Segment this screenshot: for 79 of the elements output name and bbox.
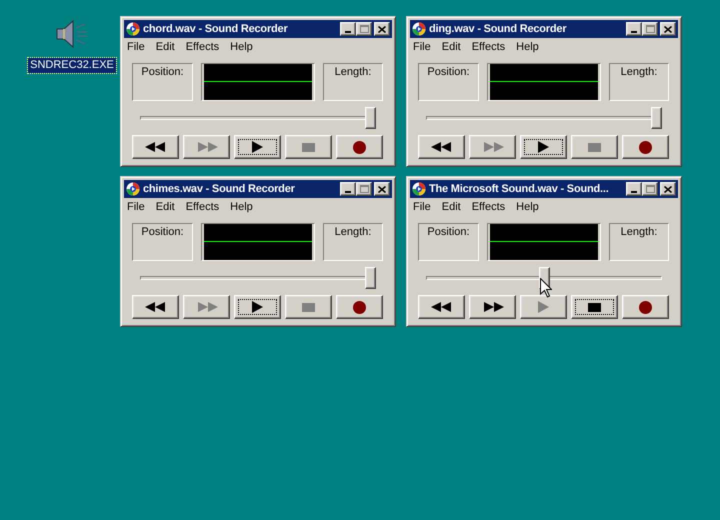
slider-thumb[interactable]: [365, 267, 376, 289]
rewind-button[interactable]: [132, 135, 179, 159]
length-label: Length:: [620, 227, 658, 238]
close-icon: [664, 186, 672, 192]
close-button[interactable]: [374, 182, 390, 196]
length-label: Length:: [620, 67, 658, 78]
rewind-button[interactable]: [418, 135, 465, 159]
close-icon: [378, 26, 386, 32]
record-button[interactable]: [622, 295, 669, 319]
slider-thumb[interactable]: [365, 107, 376, 129]
position-slider[interactable]: [140, 107, 376, 129]
window-title: ding.wav - Sound Recorder: [429, 24, 568, 34]
record-button[interactable]: [336, 135, 383, 159]
record-button[interactable]: [622, 135, 669, 159]
position-label: Position:: [141, 227, 184, 238]
window-title: chord.wav - Sound Recorder: [143, 24, 289, 34]
desktop-icon-label[interactable]: SNDREC32.EXE: [28, 58, 116, 73]
close-button[interactable]: [660, 22, 676, 36]
minimize-icon: [631, 191, 637, 193]
menu-item[interactable]: File: [413, 42, 431, 53]
menu-item[interactable]: File: [413, 202, 431, 213]
maximize-button[interactable]: [356, 22, 372, 36]
maximize-icon: [646, 25, 654, 33]
play-button[interactable]: [234, 295, 281, 319]
speaker-icon[interactable]: [55, 18, 89, 50]
play-button[interactable]: [234, 135, 281, 159]
rewind-button[interactable]: [418, 295, 465, 319]
minimize-button[interactable]: [340, 182, 356, 196]
menu-item[interactable]: Help: [516, 202, 539, 213]
menu-item[interactable]: Edit: [156, 42, 175, 53]
mouse-pointer-icon: [540, 278, 552, 298]
play-button[interactable]: [520, 135, 567, 159]
window-title: The Microsoft Sound.wav - Sound...: [429, 184, 610, 194]
minimize-icon: [631, 31, 637, 33]
position-label: Position:: [427, 67, 470, 78]
app-icon: [412, 182, 426, 196]
menu-item[interactable]: Help: [516, 42, 539, 53]
menu-item[interactable]: Effects: [472, 202, 506, 213]
close-button[interactable]: [660, 182, 676, 196]
maximize-button[interactable]: [356, 182, 372, 196]
minimize-icon: [345, 31, 351, 33]
forward-button[interactable]: [469, 295, 516, 319]
app-icon: [126, 182, 140, 196]
app-icon: [412, 22, 426, 36]
position-slider[interactable]: [426, 107, 662, 129]
menu-item[interactable]: Effects: [186, 42, 220, 53]
maximize-button[interactable]: [642, 182, 658, 196]
maximize-icon: [360, 25, 368, 33]
minimize-button[interactable]: [626, 182, 642, 196]
position-label: Position:: [427, 227, 470, 238]
menu-item[interactable]: Effects: [472, 42, 506, 53]
position-slider[interactable]: [426, 267, 662, 289]
position-slider[interactable]: [140, 267, 376, 289]
close-button[interactable]: [374, 22, 390, 36]
minimize-button[interactable]: [626, 22, 642, 36]
minimize-icon: [345, 191, 351, 193]
menu-item[interactable]: File: [127, 42, 145, 53]
record-button[interactable]: [336, 295, 383, 319]
menu-item[interactable]: Edit: [156, 202, 175, 213]
minimize-button[interactable]: [340, 22, 356, 36]
menu-item[interactable]: Edit: [442, 42, 461, 53]
maximize-icon: [360, 185, 368, 193]
menu-item[interactable]: Help: [230, 42, 253, 53]
menu-item[interactable]: Help: [230, 202, 253, 213]
window-title: chimes.wav - Sound Recorder: [143, 184, 296, 194]
menu-item[interactable]: File: [127, 202, 145, 213]
app-icon: [126, 22, 140, 36]
rewind-button[interactable]: [132, 295, 179, 319]
maximize-icon: [646, 185, 654, 193]
stop-button[interactable]: [571, 295, 618, 319]
maximize-button[interactable]: [642, 22, 658, 36]
menu-item[interactable]: Edit: [442, 202, 461, 213]
length-label: Length:: [334, 227, 372, 238]
close-icon: [378, 186, 386, 192]
length-label: Length:: [334, 67, 372, 78]
menu-item[interactable]: Effects: [186, 202, 220, 213]
position-label: Position:: [141, 67, 184, 78]
slider-thumb[interactable]: [651, 107, 662, 129]
close-icon: [664, 26, 672, 32]
